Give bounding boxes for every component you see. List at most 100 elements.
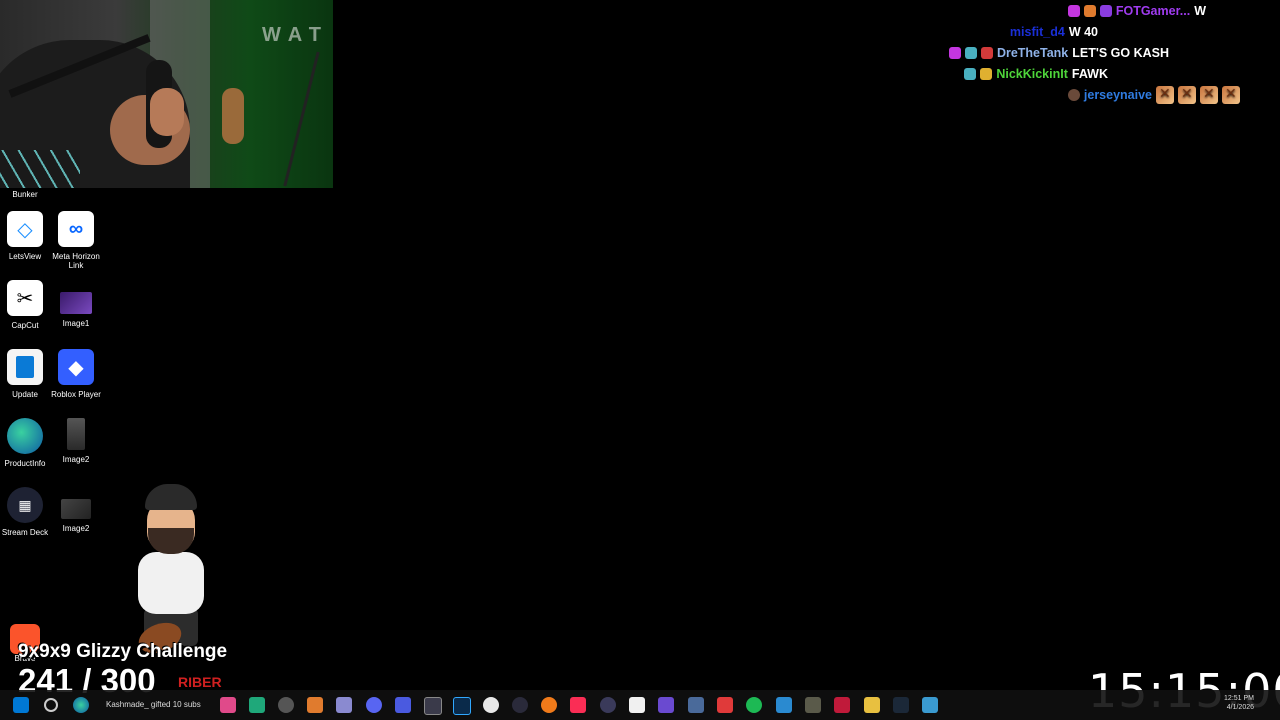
chat-message: misfit_d4 W 40	[910, 21, 1240, 42]
meta-icon: ∞	[58, 211, 94, 247]
chat-message-text: W 40	[1068, 24, 1098, 39]
webcam-figurine	[222, 88, 244, 144]
app-taskbar-icon[interactable]	[278, 697, 294, 713]
gamepad-taskbar-icon[interactable]	[336, 697, 352, 713]
chat-badge-icon	[1099, 4, 1112, 17]
challenge-title: 9x9x9 Glizzy Challenge	[18, 641, 228, 662]
desktop-icon-update[interactable]: Update	[0, 349, 50, 399]
desktop-icon-label: Image2	[62, 455, 90, 464]
desktop-icon-image2[interactable]: Image2	[51, 418, 101, 464]
taskbar-notification: Kashmade_ gifted 10 subs	[106, 700, 201, 709]
desktop-icon-label: Roblox Player	[51, 390, 101, 399]
app-taskbar-icon[interactable]	[483, 697, 499, 713]
steam-taskbar-icon[interactable]	[893, 697, 909, 713]
emote-icon	[1156, 85, 1174, 104]
webcam-feed: WAT	[0, 0, 333, 188]
chat-badge-icon	[1067, 4, 1080, 17]
bitmoji-avatar	[128, 484, 218, 664]
letsview-icon: ◇	[7, 211, 43, 247]
search-icon[interactable]	[44, 698, 58, 712]
chat-badge-icon	[1083, 4, 1096, 17]
app-taskbar-icon[interactable]	[220, 697, 236, 713]
tray-time: 12:51 PM	[1224, 695, 1254, 702]
chat-message: jerseynaive	[910, 84, 1240, 105]
chat-username: NickKickinIt	[996, 66, 1068, 81]
app-taskbar-icon[interactable]	[249, 697, 265, 713]
desktop-icon-label: ProductInfo	[4, 459, 46, 468]
desktop-icon-label: CapCut	[11, 321, 39, 330]
app-taskbar-icon[interactable]	[864, 697, 880, 713]
desktop-icon-bunker[interactable]: Bunker	[0, 190, 50, 199]
emote-icon	[1222, 85, 1240, 104]
avatar-body	[138, 552, 204, 614]
desktop-icon-label: Image2	[62, 524, 90, 533]
discord-taskbar-icon[interactable]	[366, 697, 382, 713]
desktop-icon-image2-second[interactable]: Image2	[51, 487, 101, 533]
desktop-icon-meta-horizon-link[interactable]: ∞ Meta Horizon Link	[51, 211, 101, 270]
music-taskbar-icon[interactable]	[570, 697, 586, 713]
app-taskbar-icon[interactable]	[424, 697, 442, 715]
update-icon	[7, 349, 43, 385]
chat-overlay: FOTGamer... W misfit_d4 W 40 DreTheTank …	[910, 0, 1240, 105]
app-taskbar-icon[interactable]	[600, 697, 616, 713]
edge-taskbar-icon[interactable]	[73, 697, 89, 713]
image-thumbnail-icon	[60, 292, 92, 314]
desktop-icon-label: Image1	[62, 319, 90, 328]
desktop-icon-capcut[interactable]: ✂ CapCut	[0, 280, 50, 330]
desktop-icon-productinfo[interactable]: ProductInfo	[0, 418, 50, 468]
app-taskbar-icon[interactable]	[688, 697, 704, 713]
app-taskbar-icon[interactable]	[629, 697, 645, 713]
chat-username: FOTGamer...	[1115, 3, 1191, 18]
desktop-icon-letsview[interactable]: ◇ LetsView	[0, 211, 50, 261]
image-thumbnail-icon	[67, 418, 85, 450]
gift-badge-icon	[980, 46, 993, 59]
subscriber-overlay-text: RIBER	[178, 674, 222, 690]
desktop-icon-label: LetsView	[8, 252, 42, 261]
desktop-icon-image1[interactable]: Image1	[51, 280, 101, 328]
chat-username: DreTheTank	[996, 45, 1069, 60]
webcam-wall-sign: WAT	[262, 24, 329, 46]
emote-icon	[1178, 85, 1196, 104]
capcut-icon: ✂	[7, 280, 43, 316]
avatar-beard	[148, 528, 194, 554]
chat-badge-icon	[980, 67, 993, 80]
chat-avatar-icon	[1067, 88, 1080, 101]
stream-deck-icon: ▦	[7, 487, 43, 523]
chat-message-text: W	[1194, 3, 1206, 18]
windows-start-icon[interactable]	[13, 697, 29, 713]
app-taskbar-icon[interactable]	[776, 697, 792, 713]
desktop-icon-stream-deck[interactable]: ▦ Stream Deck	[0, 487, 50, 537]
system-tray-clock[interactable]: 12:51 PM 4/1/2026	[1214, 694, 1254, 712]
app-taskbar-icon[interactable]	[717, 697, 733, 713]
desktop-icon-roblox-player[interactable]: ◆ Roblox Player	[51, 349, 101, 399]
app-taskbar-icon[interactable]	[307, 697, 323, 713]
webcam-hand	[150, 88, 184, 136]
emote-icon	[1200, 85, 1218, 104]
image-thumbnail-icon	[61, 499, 91, 519]
webcam-shirt	[0, 150, 80, 188]
chat-message: NickKickinIt FAWK	[910, 63, 1240, 84]
chat-badge-icon	[964, 67, 977, 80]
photoshop-taskbar-icon[interactable]	[453, 697, 471, 715]
chat-username: jerseynaive	[1083, 87, 1152, 102]
desktop-icon-label: Update	[12, 390, 38, 399]
chat-message-text: FAWK	[1071, 66, 1108, 81]
desktop-icon-label: Stream Deck	[1, 528, 49, 537]
chat-message: FOTGamer... W	[910, 0, 1240, 21]
app-taskbar-icon[interactable]	[805, 697, 821, 713]
notepad-taskbar-icon[interactable]	[922, 697, 938, 713]
edge-icon	[7, 418, 43, 454]
firefox-taskbar-icon[interactable]	[541, 697, 557, 713]
webcam-light-stand	[283, 51, 320, 187]
app-taskbar-icon[interactable]	[658, 697, 674, 713]
roblox-icon: ◆	[58, 349, 94, 385]
spotify-taskbar-icon[interactable]	[746, 697, 762, 713]
chat-username: misfit_d4	[1009, 24, 1065, 39]
chat-badge-icon	[948, 46, 961, 59]
avatar-beanie	[145, 484, 197, 510]
tray-date: 4/1/2026	[1226, 704, 1254, 711]
app-taskbar-icon[interactable]	[834, 697, 850, 713]
app-taskbar-icon[interactable]	[512, 697, 528, 713]
app-taskbar-icon[interactable]	[395, 697, 411, 713]
chat-message-text: LET'S GO KASH	[1072, 45, 1169, 60]
